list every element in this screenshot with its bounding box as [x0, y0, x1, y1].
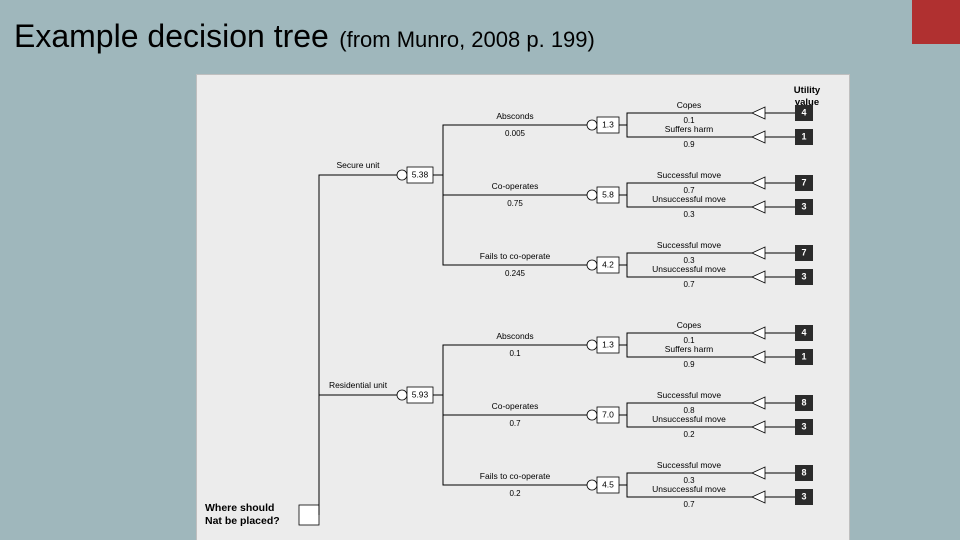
lbl-res-fail: Fails to co-operate — [480, 471, 551, 481]
title-source: (from Munro, 2008 p. 199) — [339, 27, 595, 52]
decision-node — [299, 505, 319, 525]
lbl-t9: Successful move — [657, 390, 722, 400]
lbl-t4: Unsuccessful move — [652, 194, 726, 204]
lbl-res-absc: Absconds — [496, 331, 533, 341]
svg-text:3: 3 — [801, 421, 806, 431]
header-utility: Utility — [794, 85, 821, 96]
svg-text:7: 7 — [801, 247, 806, 257]
term-t10: 3 — [752, 419, 813, 435]
svg-text:1.3: 1.3 — [602, 119, 614, 129]
l2-node-res-coop: 7.0 — [587, 407, 619, 423]
l2-node-sec-fail: 4.2 — [587, 257, 619, 273]
p-res-absc: 0.1 — [509, 349, 521, 358]
svg-text:4: 4 — [801, 327, 806, 337]
lbl-t11: Successful move — [657, 460, 722, 470]
chance-residential — [397, 390, 407, 400]
term-t2: 1 — [752, 129, 813, 145]
p-t2: 0.9 — [683, 140, 695, 149]
svg-text:1: 1 — [801, 351, 806, 361]
ev-residential: 5.93 — [412, 389, 429, 399]
svg-text:8: 8 — [801, 397, 806, 407]
l2-node-sec-absc: 1.3 — [587, 117, 619, 133]
lbl-t2: Suffers harm — [665, 124, 714, 134]
p-res-coop: 0.7 — [509, 419, 521, 428]
svg-text:8: 8 — [801, 467, 806, 477]
lbl-t8: Suffers harm — [665, 344, 714, 354]
lbl-t7: Copes — [677, 320, 702, 330]
svg-text:1: 1 — [801, 131, 806, 141]
lbl-secure: Secure unit — [337, 160, 381, 170]
terminals-group: 4 1 7 3 7 3 4 1 8 3 8 3 — [752, 105, 813, 505]
lbl-t5: Successful move — [657, 240, 722, 250]
edge-residential — [319, 395, 397, 515]
lbl-t1: Copes — [677, 100, 702, 110]
term-t4: 3 — [752, 199, 813, 215]
term-t3: 7 — [752, 175, 813, 191]
p-t10: 0.2 — [683, 430, 695, 439]
decision-tree-figure: Utility value Where should Nat be placed… — [196, 74, 850, 540]
term-t12: 3 — [752, 489, 813, 505]
lbl-t6: Unsuccessful move — [652, 264, 726, 274]
svg-text:4.5: 4.5 — [602, 479, 614, 489]
decision-tree-svg: Utility value Where should Nat be placed… — [197, 75, 849, 540]
edge-secure — [319, 175, 397, 515]
p-sec-coop: 0.75 — [507, 199, 523, 208]
term-t5: 7 — [752, 245, 813, 261]
term-t8: 1 — [752, 349, 813, 365]
term-t7: 4 — [752, 325, 813, 341]
lbl-t10: Unsuccessful move — [652, 414, 726, 424]
lbl-sec-absc: Absconds — [496, 111, 533, 121]
lbl-residential: Residential unit — [329, 380, 388, 390]
p-t12: 0.7 — [683, 500, 695, 509]
svg-text:1.3: 1.3 — [602, 339, 614, 349]
accent-bar — [912, 0, 960, 44]
root-label-l1: Where should — [205, 502, 274, 514]
lbl-sec-fail: Fails to co-operate — [480, 251, 551, 261]
l2-node-res-absc: 1.3 — [587, 337, 619, 353]
l2-node-sec-coop: 5.8 — [587, 187, 619, 203]
svg-text:7.0: 7.0 — [602, 409, 614, 419]
term-t1: 4 — [752, 105, 813, 121]
svg-text:3: 3 — [801, 491, 806, 501]
root-label-l2: Nat be placed? — [205, 515, 280, 527]
p-sec-absc: 0.005 — [505, 129, 526, 138]
lbl-t12: Unsuccessful move — [652, 484, 726, 494]
lbl-res-coop: Co-operates — [492, 401, 539, 411]
p-t8: 0.9 — [683, 360, 695, 369]
term-t11: 8 — [752, 465, 813, 481]
svg-text:3: 3 — [801, 201, 806, 211]
lbl-sec-coop: Co-operates — [492, 181, 539, 191]
ev-secure: 5.38 — [412, 169, 429, 179]
term-t6: 3 — [752, 269, 813, 285]
svg-text:4: 4 — [801, 107, 806, 117]
chance-secure — [397, 170, 407, 180]
svg-text:3: 3 — [801, 271, 806, 281]
p-res-fail: 0.2 — [509, 489, 521, 498]
term-t9: 8 — [752, 395, 813, 411]
svg-text:5.8: 5.8 — [602, 189, 614, 199]
lbl-t3: Successful move — [657, 170, 722, 180]
p-t4: 0.3 — [683, 210, 695, 219]
l2-node-res-fail: 4.5 — [587, 477, 619, 493]
svg-text:4.2: 4.2 — [602, 259, 614, 269]
svg-text:7: 7 — [801, 177, 806, 187]
title-main: Example decision tree — [14, 18, 329, 54]
p-sec-fail: 0.245 — [505, 269, 526, 278]
p-t6: 0.7 — [683, 280, 695, 289]
page-title: Example decision tree (from Munro, 2008 … — [14, 18, 595, 55]
